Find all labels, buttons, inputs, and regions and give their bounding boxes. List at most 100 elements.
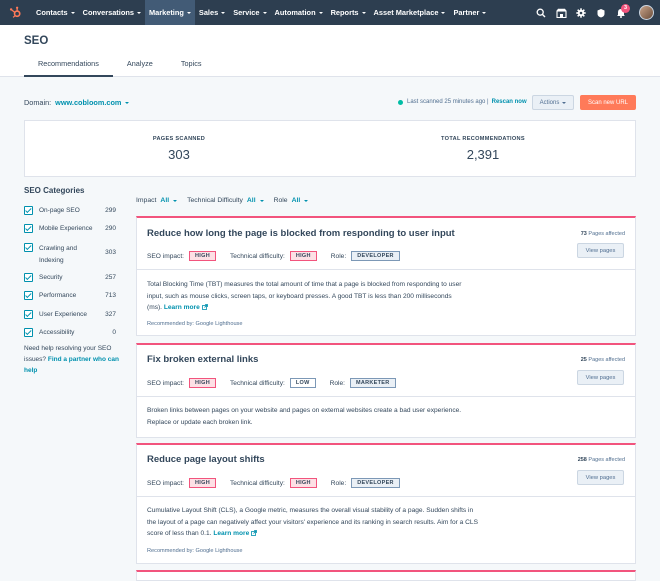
nav-service[interactable]: Service xyxy=(229,0,270,25)
nav-automation[interactable]: Automation xyxy=(271,0,327,25)
card-divider xyxy=(137,396,635,397)
card-divider xyxy=(137,496,635,497)
chevron-down-icon xyxy=(441,11,446,14)
page-header: SEO Recommendations Analyze Topics xyxy=(0,25,660,77)
learn-more-link[interactable]: Learn more xyxy=(164,304,208,311)
actions-label: Actions xyxy=(539,99,560,106)
filter-bar: Impact All Technical Difficulty All Role Al… xyxy=(136,197,318,204)
settings-gear-icon[interactable] xyxy=(571,0,591,25)
category-user-experience[interactable]: User Experience 327 xyxy=(24,310,116,319)
scan-new-url-button[interactable]: Scan new URL xyxy=(580,95,636,110)
last-scanned-text: Last scanned 25 minutes ago | xyxy=(407,99,489,105)
category-security[interactable]: Security 257 xyxy=(24,273,116,282)
recommendation-card-partial xyxy=(136,570,636,581)
help-icon[interactable] xyxy=(591,0,611,25)
pages-affected-count: 258 xyxy=(577,457,587,463)
recommendation-description: Cumulative Layout Shift (CLS), a Google … xyxy=(147,505,482,540)
view-pages-button[interactable]: View pages xyxy=(577,370,624,385)
pages-scanned-value: 303 xyxy=(168,147,190,162)
hubspot-logo-icon[interactable] xyxy=(7,5,23,21)
category-checkbox[interactable] xyxy=(24,206,33,215)
notifications-bell-icon[interactable]: 3 xyxy=(611,0,631,25)
marketplace-icon[interactable] xyxy=(551,0,571,25)
nav-label: Service xyxy=(233,8,260,17)
actions-dropdown-button[interactable]: Actions xyxy=(532,95,574,110)
chevron-down-icon xyxy=(70,11,75,14)
category-checkbox[interactable] xyxy=(24,328,33,337)
technical-difficulty-label: Technical difficulty: xyxy=(229,252,285,260)
pages-affected-count: 73 xyxy=(580,231,587,237)
learn-more-link[interactable]: Learn more xyxy=(213,530,258,537)
tab-analyze[interactable]: Analyze xyxy=(113,58,167,77)
category-count: 303 xyxy=(105,249,116,256)
recommendation-meta: SEO impact: HIGH Technical difficulty: L… xyxy=(147,378,410,388)
chevron-down-icon xyxy=(361,11,366,14)
nav-label: Contacts xyxy=(36,8,68,17)
seo-impact-label: SEO impact: xyxy=(147,479,185,487)
role-filter[interactable]: Role All xyxy=(274,197,309,204)
impact-filter[interactable]: Impact All xyxy=(136,197,178,204)
category-checkbox[interactable] xyxy=(24,273,33,282)
recommendation-title[interactable]: Reduce how long the page is blocked from… xyxy=(147,228,455,239)
nav-label: Automation xyxy=(274,8,316,17)
category-crawling-indexing[interactable]: Crawling and Indexing 303 xyxy=(24,243,116,266)
view-pages-button[interactable]: View pages xyxy=(577,470,624,485)
recommended-by: Recommended by: Google Lighthouse xyxy=(147,548,243,554)
rescan-now-link[interactable]: Rescan now xyxy=(492,99,527,105)
role-badge: DEVELOPER xyxy=(351,478,400,488)
category-checkbox[interactable] xyxy=(24,224,33,233)
category-performance[interactable]: Performance 713 xyxy=(24,291,116,300)
domain-dropdown[interactable]: www.cobloom.com xyxy=(55,98,130,107)
nav-marketing[interactable]: Marketing xyxy=(144,0,195,25)
chevron-down-icon xyxy=(304,199,309,202)
pages-affected-label: Pages affected xyxy=(588,231,625,237)
learn-more-label: Learn more xyxy=(213,530,250,537)
nav-sales[interactable]: Sales xyxy=(195,0,229,25)
recommendation-meta: SEO impact: HIGH Technical difficulty: H… xyxy=(147,478,414,488)
search-icon[interactable] xyxy=(531,0,551,25)
chevron-down-icon xyxy=(221,11,226,14)
help-resolving-text: Need help resolving your SEO issues? Fin… xyxy=(24,343,124,376)
category-label: Performance xyxy=(39,292,77,299)
category-checkbox[interactable] xyxy=(24,243,33,252)
category-mobile-experience[interactable]: Mobile Experience 290 xyxy=(24,224,116,233)
scan-status: Last scanned 25 minutes ago | Rescan now xyxy=(398,99,527,105)
nav-conversations[interactable]: Conversations xyxy=(79,0,145,25)
category-label: Mobile Experience xyxy=(39,225,93,232)
impact-badge: HIGH xyxy=(189,251,216,261)
nav-contacts[interactable]: Contacts xyxy=(32,0,79,25)
nav-partner[interactable]: Partner xyxy=(449,0,490,25)
chevron-down-icon xyxy=(136,11,141,14)
category-label: On-page SEO xyxy=(39,207,80,214)
impact-badge: HIGH xyxy=(189,378,216,388)
recommendation-card: Reduce page layout shifts 258 Pages affe… xyxy=(136,443,636,564)
tab-recommendations[interactable]: Recommendations xyxy=(24,58,113,77)
category-checkbox[interactable] xyxy=(24,291,33,300)
tab-topics[interactable]: Topics xyxy=(167,58,216,77)
category-accessibility[interactable]: Accessibility 0 xyxy=(24,328,116,337)
external-link-icon xyxy=(251,530,258,537)
pages-affected-label: Pages affected xyxy=(588,357,625,363)
total-recommendations-value: 2,391 xyxy=(466,147,500,162)
view-pages-button[interactable]: View pages xyxy=(577,243,624,258)
recommendation-card: Fix broken external links 25 Pages affec… xyxy=(136,343,636,438)
nav-label: Reports xyxy=(330,8,359,17)
nav-utility-icons: 3 xyxy=(531,0,660,25)
recommendation-title[interactable]: Reduce page layout shifts xyxy=(147,454,265,465)
filter-value: All xyxy=(291,197,301,204)
category-on-page-seo[interactable]: On-page SEO 299 xyxy=(24,206,116,215)
recommendation-title[interactable]: Fix broken external links xyxy=(147,354,258,365)
filter-value: All xyxy=(160,197,170,204)
chevron-down-icon xyxy=(173,199,178,202)
technical-difficulty-filter[interactable]: Technical Difficulty All xyxy=(187,197,264,204)
category-checkbox[interactable] xyxy=(24,310,33,319)
nav-reports[interactable]: Reports xyxy=(327,0,370,25)
external-link-icon xyxy=(201,304,208,311)
chevron-down-icon xyxy=(562,101,567,104)
filter-label: Technical Difficulty xyxy=(187,197,243,204)
chevron-down-icon xyxy=(262,11,267,14)
recommendation-meta: SEO impact: HIGH Technical difficulty: H… xyxy=(147,251,414,261)
nav-asset-marketplace[interactable]: Asset Marketplace xyxy=(370,0,450,25)
user-avatar[interactable] xyxy=(639,5,654,20)
recommended-by: Recommended by: Google Lighthouse xyxy=(147,321,243,327)
